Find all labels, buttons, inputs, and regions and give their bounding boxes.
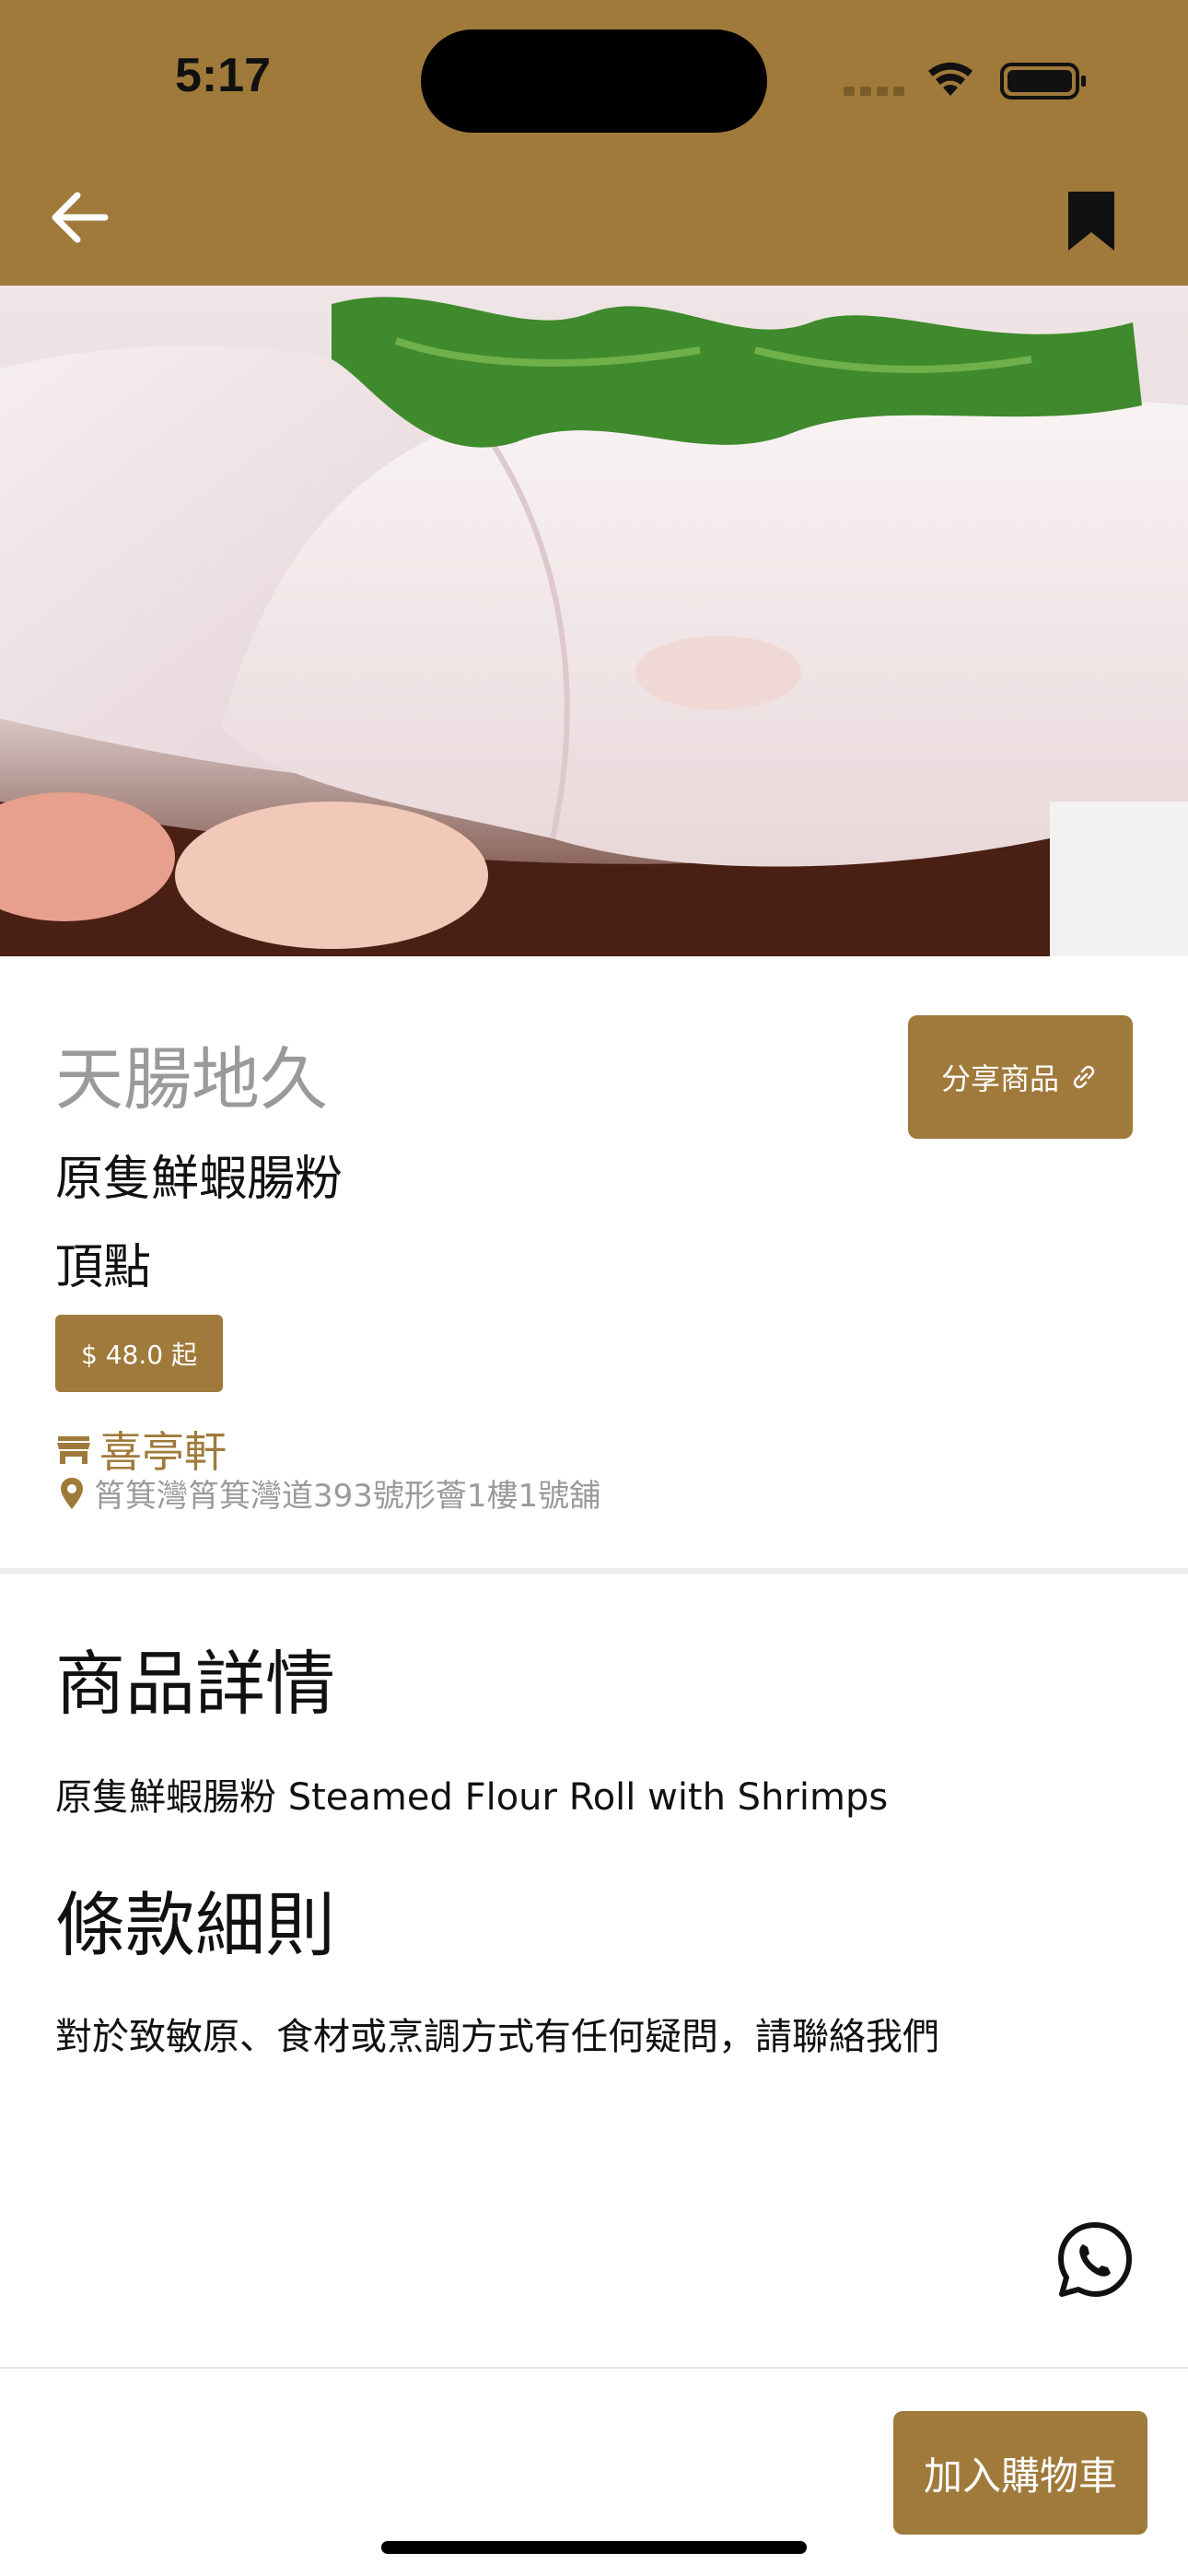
product-category: 頂點 (55, 1240, 152, 1295)
address-row: 筲箕灣筲箕灣道393號形薈1樓1號舖 (59, 1470, 600, 1516)
share-label: 分享商品 (940, 1061, 1059, 1096)
shop-address: 筲箕灣筲箕灣道393號形薈1樓1號舖 (94, 1478, 601, 1515)
section-divider (0, 1568, 1188, 1574)
details-text: 原隻鮮蝦腸粉 Steamed Flour Roll with Shrimps (55, 1776, 889, 1819)
status-icons (844, 62, 1086, 100)
location-pin-icon (61, 1477, 83, 1509)
share-product-button[interactable]: 分享商品 (908, 1015, 1133, 1139)
product-photo (0, 286, 1188, 956)
bottom-bar-divider (0, 2367, 1188, 2369)
bookmark-icon[interactable] (1050, 175, 1133, 258)
status-time: 5:17 (175, 49, 272, 102)
terms-text: 對於致敏原、食材或烹調方式有任何疑問，請聯絡我們 (55, 2016, 939, 2058)
price-badge: $ 48.0 起 (55, 1315, 223, 1392)
wifi-icon (928, 62, 973, 96)
dynamic-island (421, 29, 767, 133)
arrow-left-icon[interactable] (37, 175, 120, 258)
battery-icon (1000, 63, 1086, 100)
details-heading: 商品詳情 (55, 1643, 335, 1725)
top-bar: 5:17 (0, 0, 1188, 286)
signal-icon (844, 87, 904, 96)
whatsapp-icon[interactable] (1055, 2220, 1135, 2300)
product-brand: 天腸地久 (55, 1040, 328, 1119)
terms-heading: 條款細則 (55, 1884, 335, 1966)
home-indicator (381, 2541, 807, 2554)
link-icon (1073, 1065, 1095, 1089)
add-to-cart-button[interactable]: 加入購物車 (893, 2411, 1147, 2535)
product-name: 原隻鮮蝦腸粉 (55, 1152, 344, 1207)
store-icon (57, 1436, 90, 1464)
product-image-carousel[interactable] (0, 286, 1188, 956)
